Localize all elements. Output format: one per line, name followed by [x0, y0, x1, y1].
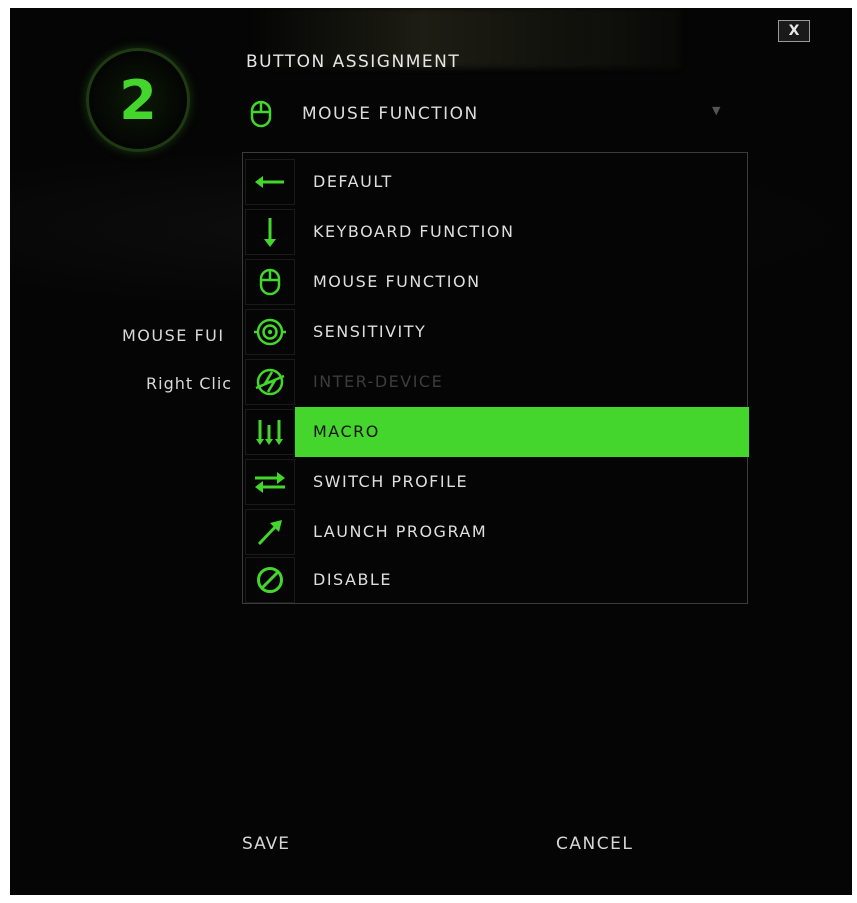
dropdown-item-macro[interactable]: MACRO: [243, 407, 749, 457]
dropdown-item-label: INTER-DEVICE: [313, 372, 444, 391]
button-number: 2: [119, 68, 157, 132]
button-number-badge: 2: [86, 48, 190, 152]
dropdown-item-disable[interactable]: DISABLE: [243, 555, 747, 605]
current-assignment-value: Right Clic: [146, 374, 233, 393]
macro-icon: [245, 409, 295, 455]
launch-arrow-icon: [245, 509, 295, 555]
cancel-button[interactable]: CANCEL: [556, 834, 633, 854]
function-dropdown-menu: DEFAULT KEYBOARD FUNCTION MOUSE FUNCTION: [242, 152, 749, 605]
dropdown-item-switch-profile[interactable]: SWITCH PROFILE: [243, 457, 747, 507]
dropdown-item-launch-program[interactable]: LAUNCH PROGRAM: [243, 507, 747, 557]
function-select[interactable]: MOUSE FUNCTION ▼: [242, 94, 758, 134]
button-assignment-dialog: X 2 BUTTON ASSIGNMENT MOUSE FUNCTION ▼ D…: [10, 8, 852, 895]
dropdown-item-sensitivity[interactable]: SENSITIVITY: [243, 307, 747, 357]
dropdown-item-keyboard-function[interactable]: KEYBOARD FUNCTION: [243, 207, 747, 257]
dropdown-item-label: SWITCH PROFILE: [313, 472, 469, 491]
mouse-icon: [242, 95, 280, 133]
function-select-value: MOUSE FUNCTION: [302, 104, 479, 124]
close-button[interactable]: X: [778, 20, 810, 42]
dropdown-item-label: SENSITIVITY: [313, 322, 427, 341]
switch-arrows-icon: [245, 459, 295, 505]
dropdown-item-label: DEFAULT: [313, 172, 393, 191]
current-assignment-label: MOUSE FUI: [122, 326, 225, 345]
target-icon: [245, 309, 295, 355]
dropdown-item-mouse-function[interactable]: MOUSE FUNCTION: [243, 257, 747, 307]
dropdown-item-default[interactable]: DEFAULT: [243, 157, 747, 207]
dropdown-item-label: MACRO: [313, 422, 380, 441]
section-title: BUTTON ASSIGNMENT: [246, 52, 461, 72]
chevron-down-icon: ▼: [712, 104, 721, 117]
default-arrow-icon: [245, 159, 295, 205]
dropdown-item-label: KEYBOARD FUNCTION: [313, 222, 515, 241]
inter-device-icon: [245, 359, 295, 405]
disable-icon: [245, 557, 295, 603]
dropdown-item-label: LAUNCH PROGRAM: [313, 522, 488, 541]
dropdown-item-label: DISABLE: [313, 570, 392, 589]
save-button[interactable]: SAVE: [242, 834, 290, 854]
dropdown-item-inter-device: INTER-DEVICE: [243, 357, 747, 407]
mouse-icon: [245, 259, 295, 305]
dropdown-item-label: MOUSE FUNCTION: [313, 272, 481, 291]
keyboard-key-icon: [245, 209, 295, 255]
